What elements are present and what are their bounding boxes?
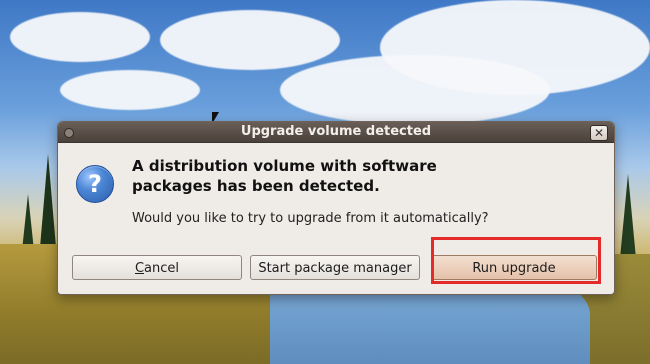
question-icon: ? — [76, 165, 114, 203]
cancel-mnemonic: C — [134, 261, 145, 276]
dialog-headline: A distribution volume with software pack… — [132, 156, 552, 196]
run-upgrade-highlight-box — [431, 237, 601, 284]
start-package-manager-button[interactable]: Start package manager — [250, 255, 420, 280]
cloud-shape — [280, 55, 550, 125]
cloud-shape — [60, 70, 200, 110]
close-button[interactable]: ✕ — [590, 125, 608, 141]
headline-line-1: A distribution volume with software — [132, 157, 437, 175]
cancel-button[interactable]: Cancel — [72, 255, 242, 280]
close-icon: ✕ — [593, 126, 605, 140]
dialog-question: Would you like to try to upgrade from it… — [132, 211, 489, 226]
headline-line-2: packages has been detected. — [132, 177, 380, 195]
dialog-titlebar[interactable]: Upgrade volume detected ✕ — [58, 122, 614, 143]
dialog-title: Upgrade volume detected — [240, 124, 432, 139]
cloud-shape — [160, 10, 340, 70]
cloud-shape — [10, 12, 150, 62]
cancel-label-rest: ancel — [144, 261, 180, 276]
